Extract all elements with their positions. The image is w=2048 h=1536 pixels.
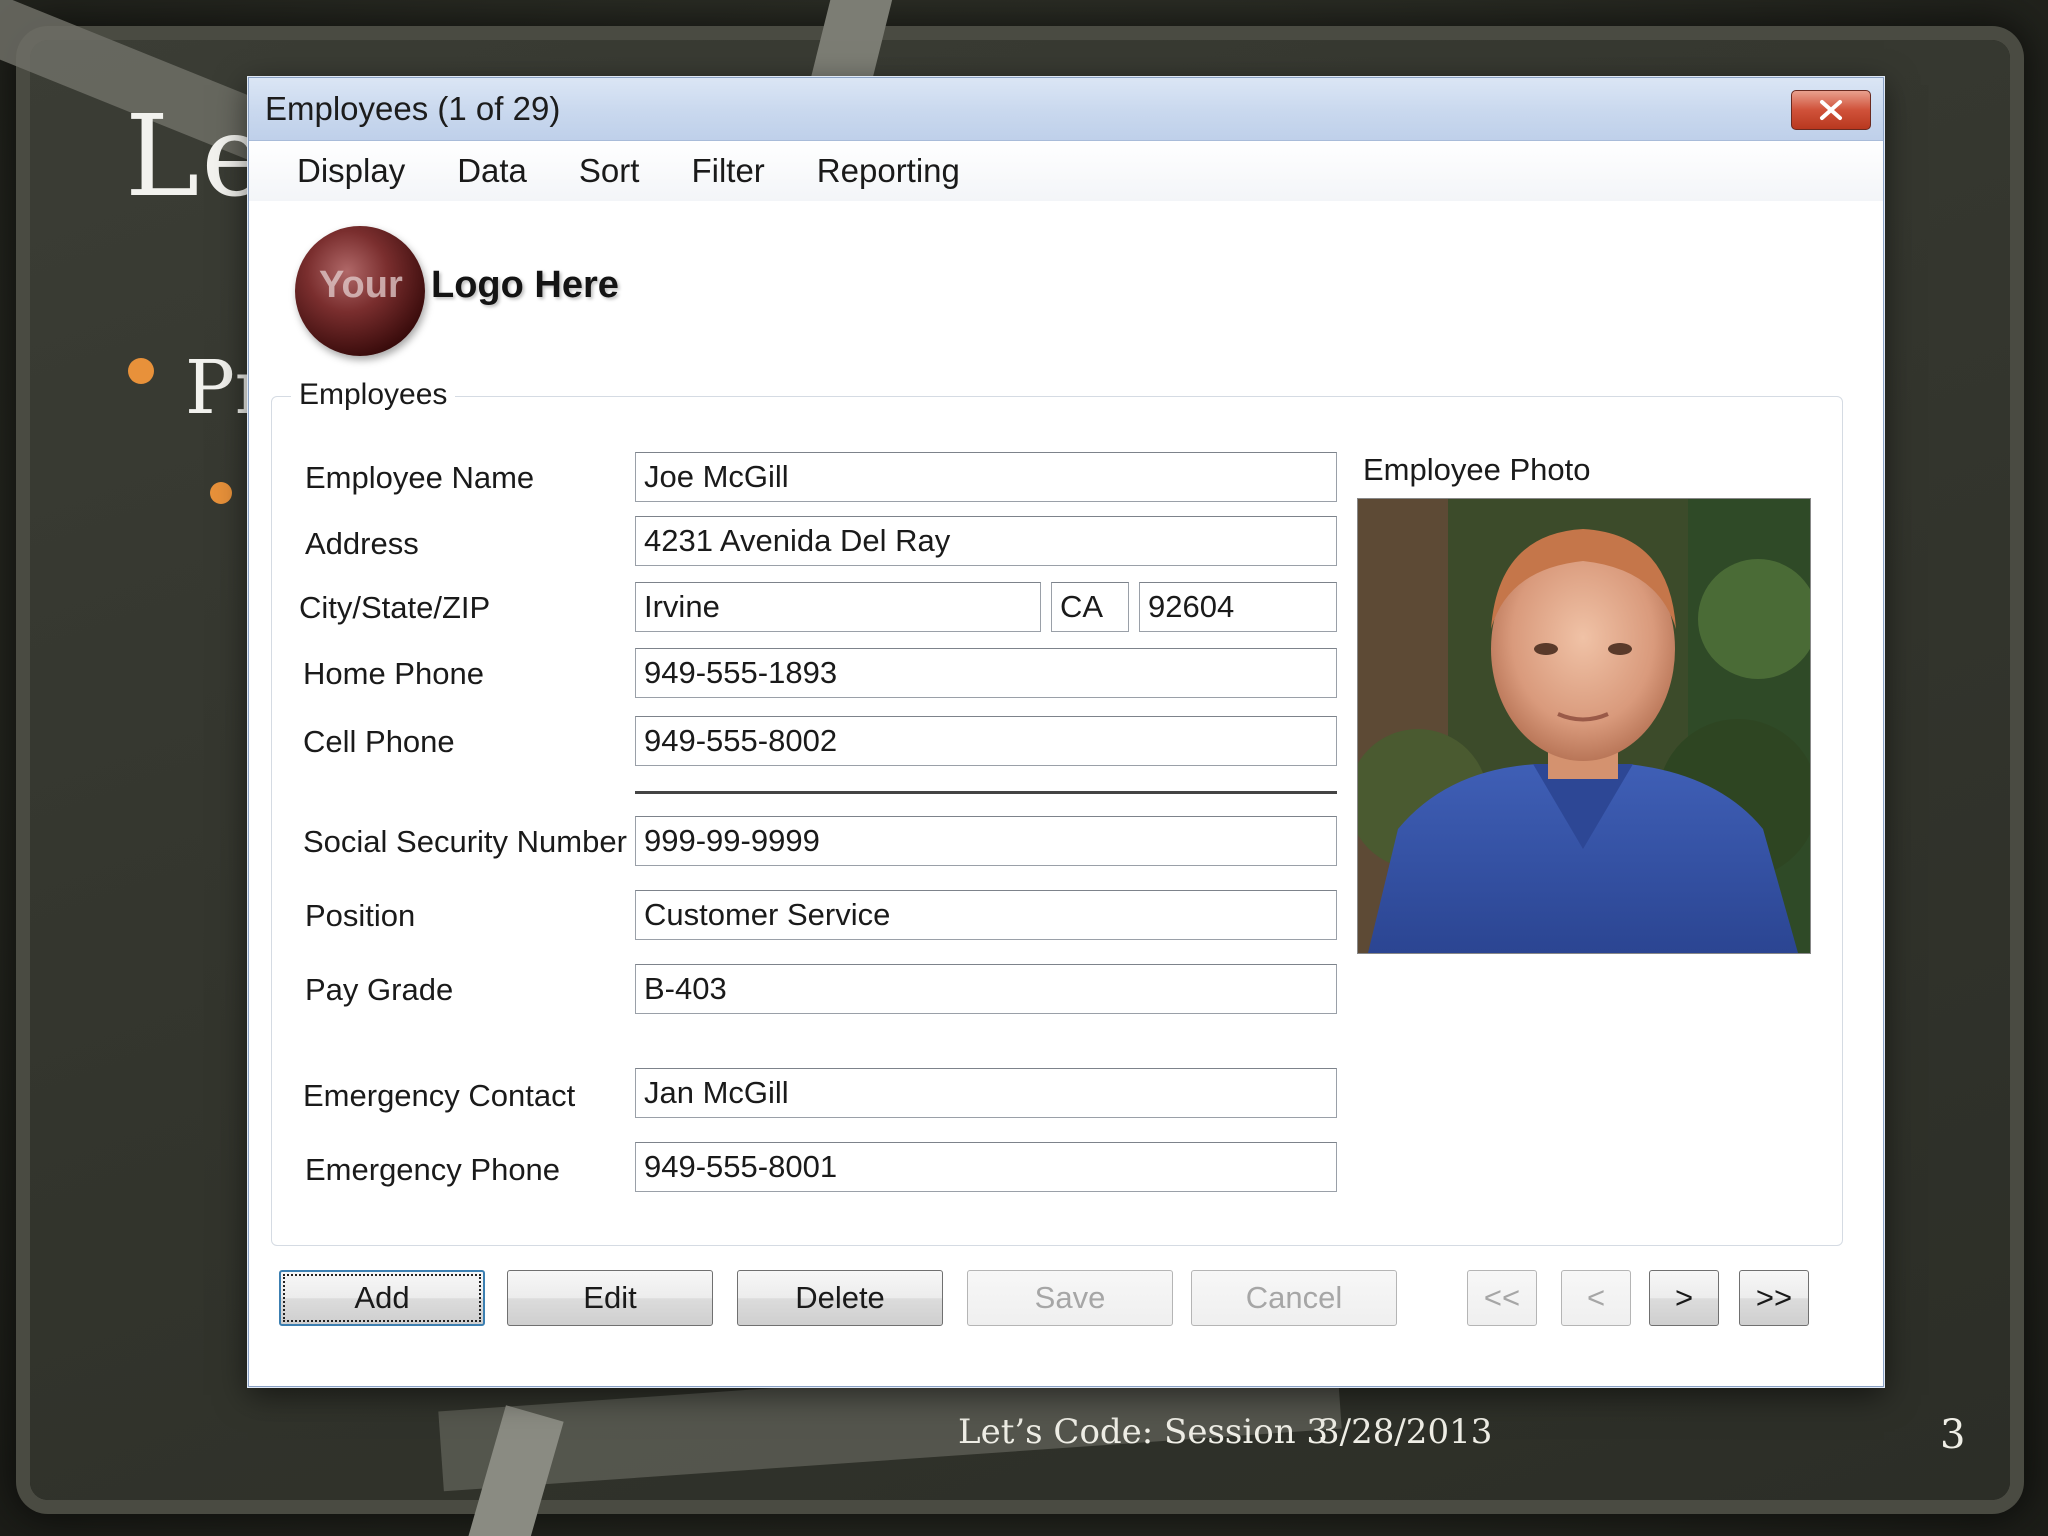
groupbox-label: Employees [291, 378, 456, 412]
logo-text-your: Your [319, 264, 403, 306]
menu-sort[interactable]: Sort [579, 152, 640, 190]
menu-bar: Display Data Sort Filter Reporting [249, 141, 1883, 201]
position-label: Position [305, 898, 416, 933]
city-field[interactable]: Irvine [635, 582, 1041, 632]
edit-button[interactable]: Edit [507, 1270, 713, 1326]
employee-photo [1357, 498, 1811, 954]
last-record-button[interactable]: >> [1739, 1270, 1809, 1326]
window-title: Employees (1 of 29) [265, 90, 561, 127]
save-button[interactable]: Save [967, 1270, 1173, 1326]
emergency-contact-field[interactable]: Jan McGill [635, 1068, 1337, 1118]
bullet-dot [210, 482, 232, 504]
state-field[interactable]: CA [1051, 582, 1129, 632]
next-record-button[interactable]: > [1649, 1270, 1719, 1326]
pay-grade-label: Pay Grade [305, 972, 454, 1007]
ssn-field[interactable]: 999-99-9999 [635, 816, 1337, 866]
logo-text: Logo Here [431, 264, 619, 306]
ssn-label: Social Security Number [303, 824, 627, 859]
slide-page-number: 3 [1940, 1412, 1966, 1458]
cell-phone-field[interactable]: 949-555-8002 [635, 716, 1337, 766]
position-field[interactable]: Customer Service [635, 890, 1337, 940]
city-state-zip-label: City/State/ZIP [299, 590, 491, 625]
cancel-button[interactable]: Cancel [1191, 1270, 1397, 1326]
emergency-contact-label: Emergency Contact [303, 1078, 576, 1113]
close-button[interactable] [1791, 90, 1871, 130]
slide-footer-date: 3/28/2013 [1318, 1412, 1493, 1452]
first-record-button[interactable]: << [1467, 1270, 1537, 1326]
home-phone-label: Home Phone [303, 656, 484, 691]
menu-display[interactable]: Display [297, 152, 405, 190]
menu-filter[interactable]: Filter [691, 152, 764, 190]
previous-record-button[interactable]: < [1561, 1270, 1631, 1326]
cell-phone-label: Cell Phone [303, 724, 455, 759]
bullet-dot [128, 358, 154, 384]
slide-footer-title: Let’s Code: Session 3 [958, 1412, 1329, 1452]
address-field[interactable]: 4231 Avenida Del Ray [635, 516, 1337, 566]
employee-photo-label: Employee Photo [1363, 452, 1591, 487]
emergency-phone-label: Emergency Phone [305, 1152, 561, 1187]
zip-field[interactable]: 92604 [1139, 582, 1337, 632]
menu-data[interactable]: Data [457, 152, 527, 190]
delete-button[interactable]: Delete [737, 1270, 943, 1326]
menu-reporting[interactable]: Reporting [817, 152, 960, 190]
address-label: Address [305, 526, 419, 561]
employee-name-label: Employee Name [305, 460, 535, 495]
employee-photo-portrait [1358, 499, 1810, 953]
add-button[interactable]: Add [279, 1270, 485, 1326]
pay-grade-field[interactable]: B-403 [635, 964, 1337, 1014]
section-divider [635, 791, 1337, 794]
home-phone-field[interactable]: 949-555-1893 [635, 648, 1337, 698]
close-x-icon [1820, 100, 1842, 120]
employee-name-field[interactable]: Joe McGill [635, 452, 1337, 502]
emergency-phone-field[interactable]: 949-555-8001 [635, 1142, 1337, 1192]
window-titlebar[interactable]: Employees (1 of 29) [249, 78, 1883, 141]
employees-window: Employees (1 of 29) Display Data Sort Fi… [248, 77, 1884, 1387]
